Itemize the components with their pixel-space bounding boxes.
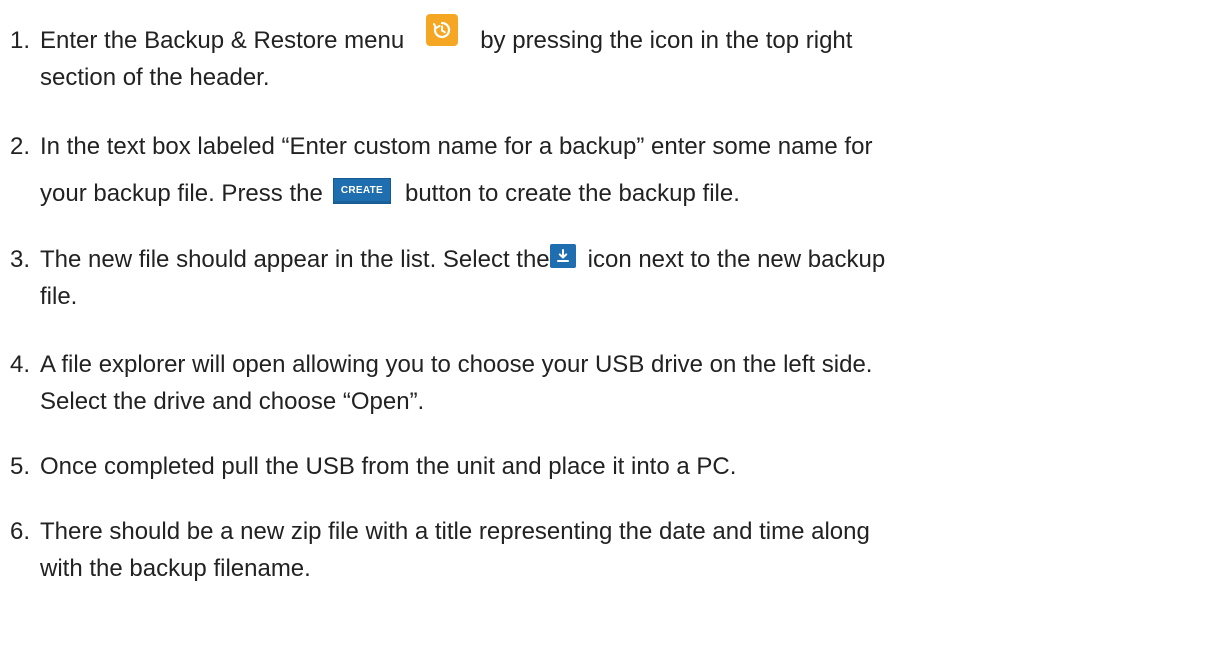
restore-history-icon (426, 13, 459, 46)
create-button[interactable]: CREATE (332, 177, 391, 204)
step-line: There should be a new zip file with a ti… (40, 518, 870, 545)
step-text-part: your backup file. Press the (40, 180, 323, 207)
step-line: your backup file. Press the CREATE button … (40, 175, 1170, 212)
step-number: 3. (10, 246, 31, 273)
step-text: In the text box labeled “Enter custom na… (40, 128, 1170, 212)
step-line: file. (40, 283, 78, 310)
step-line: The new file should appear in the list. … (40, 241, 1170, 278)
step-text-part: button to create the backup file. (404, 180, 740, 207)
step-text-part: The new file should appear in the list. … (40, 246, 550, 273)
step-line: In the text box labeled “Enter custom na… (40, 133, 873, 160)
step-text: Once completed pull the USB from the uni… (40, 448, 1170, 485)
step-number: 2. (10, 133, 31, 160)
step-line: Select the drive and choose “Open”. (40, 388, 425, 415)
step-number: 1. (10, 27, 31, 54)
instruction-list: 1. Enter the Backup & Restore menu by pre… (0, 0, 1209, 656)
step-line: Once completed pull the USB from the uni… (40, 453, 737, 480)
step-number: 6. (10, 518, 31, 545)
step-text: A file explorer will open allowing you t… (40, 346, 1170, 420)
step-text-part: icon next to the new backup (587, 246, 886, 273)
step-line: Enter the Backup & Restore menu by pressi… (40, 13, 1170, 59)
download-icon[interactable] (549, 243, 576, 268)
step-text: There should be a new zip file with a ti… (40, 513, 1170, 587)
step-line: with the backup filename. (40, 555, 311, 582)
step-text-part: Enter the Backup & Restore menu (40, 27, 405, 54)
step-text-part: by pressing the icon in the top right (480, 27, 853, 54)
step-text: Enter the Backup & Restore menu by pressi… (40, 13, 1170, 96)
step-line: section of the header. (40, 64, 270, 91)
step-text: The new file should appear in the list. … (40, 241, 1170, 315)
step-line: A file explorer will open allowing you t… (40, 351, 873, 378)
step-number: 4. (10, 351, 31, 378)
step-number: 5. (10, 453, 31, 480)
